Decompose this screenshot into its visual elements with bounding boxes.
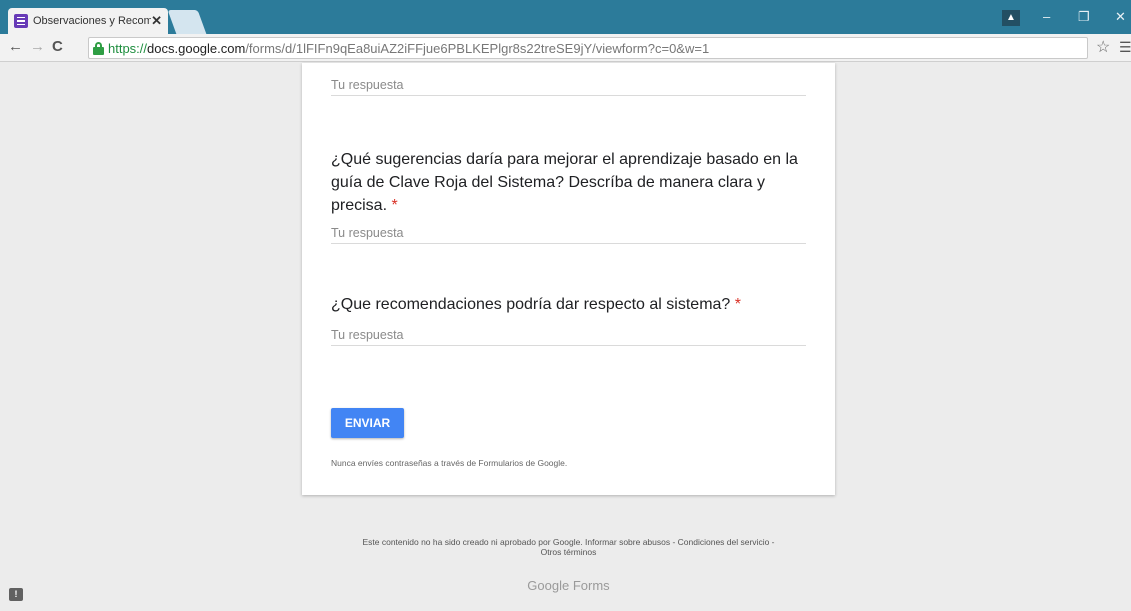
answer-field-suggestions[interactable]: Tu respuesta: [331, 226, 806, 244]
question-text: ¿Qué sugerencias daría para mejorar el a…: [331, 151, 798, 214]
disclaimer-line-1[interactable]: Este contenido no ha sido creado ni apro…: [302, 537, 835, 547]
minimize-icon[interactable]: –: [1043, 9, 1050, 24]
footer-disclaimer: Este contenido no ha sido creado ni apro…: [302, 537, 835, 557]
feedback-icon[interactable]: !: [9, 588, 23, 601]
tab-title: Observaciones y Recomen: [33, 15, 151, 27]
submit-button[interactable]: ENVIAR: [331, 408, 404, 438]
forward-arrow-icon[interactable]: →: [30, 38, 45, 55]
browser-tab[interactable]: Observaciones y Recomen ✕: [8, 8, 168, 34]
question-recommendations: ¿Que recomendaciones podría dar respecto…: [331, 293, 811, 316]
required-asterisk: *: [391, 197, 398, 214]
browser-menu-icon[interactable]: ☰: [1119, 39, 1131, 56]
lock-icon: [93, 41, 104, 55]
close-window-icon[interactable]: ✕: [1115, 9, 1126, 25]
back-arrow-icon[interactable]: ←: [8, 38, 23, 55]
brand-google: Google: [527, 578, 570, 593]
google-forms-favicon-icon: [14, 14, 28, 28]
brand-forms: Forms: [572, 578, 610, 593]
browser-toolbar: ← → C https://docs.google.com/forms/d/1l…: [0, 34, 1131, 62]
reload-icon[interactable]: C: [52, 38, 63, 55]
tab-close-icon[interactable]: ✕: [151, 13, 162, 29]
google-forms-logo[interactable]: Google Forms: [302, 578, 835, 593]
disclaimer-line-2[interactable]: Otros términos: [302, 547, 835, 557]
restore-icon[interactable]: ❐: [1078, 9, 1090, 25]
question-suggestions: ¿Qué sugerencias daría para mejorar el a…: [331, 148, 811, 217]
required-asterisk: *: [734, 296, 742, 313]
answer-field-recommendations[interactable]: Tu respuesta: [331, 328, 806, 346]
question-text: ¿Que recomendaciones podría dar respecto…: [331, 296, 731, 313]
url-text: https://docs.google.com/forms/d/1lFIFn9q…: [108, 40, 710, 56]
answer-field-previous[interactable]: Tu respuesta: [331, 78, 806, 96]
user-profile-icon[interactable]: ▲: [1002, 10, 1020, 26]
form-card: Tu respuesta ¿Qué sugerencias daría para…: [302, 63, 835, 495]
new-tab-button[interactable]: [167, 10, 207, 34]
password-warning: Nunca envíes contraseñas a través de For…: [331, 458, 568, 468]
address-bar[interactable]: https://docs.google.com/forms/d/1lFIFn9q…: [88, 37, 1088, 59]
browser-titlebar: Observaciones y Recomen ✕ ▲ – ❐ ✕: [0, 0, 1131, 34]
bookmark-star-icon[interactable]: ☆: [1096, 37, 1110, 57]
